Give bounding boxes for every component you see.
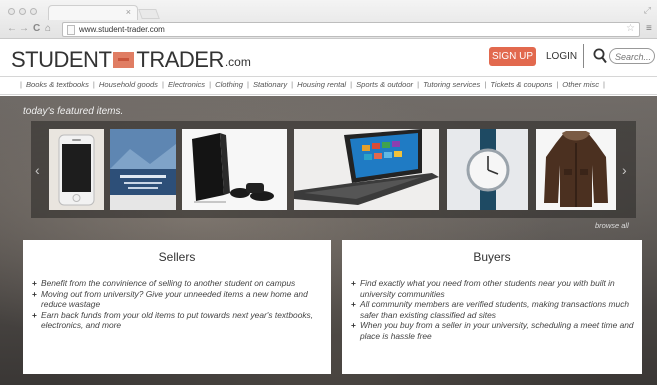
category-separator: |: [20, 80, 22, 89]
category-sports[interactable]: Sports & outdoor: [356, 80, 413, 89]
browse-all-link[interactable]: browse all: [595, 221, 629, 230]
url-text: www.student-trader.com: [79, 25, 165, 34]
header-divider: [583, 44, 584, 68]
featured-item-textbook[interactable]: [110, 129, 176, 210]
buyers-point: Find exactly what you need from other st…: [351, 278, 639, 299]
sellers-point: Moving out from university? Give your un…: [32, 289, 324, 310]
browser-tab[interactable]: ×: [48, 5, 138, 20]
logo-box-icon: [113, 52, 135, 68]
game-console-image: [182, 129, 287, 210]
buyers-list: Find exactly what you need from other st…: [351, 278, 639, 342]
forward-icon[interactable]: →: [19, 22, 29, 36]
wristwatch-image: [447, 129, 528, 210]
category-separator: |: [92, 80, 95, 89]
fullscreen-icon[interactable]: ⤢: [644, 5, 651, 16]
category-separator: |: [484, 80, 487, 89]
category-list: | Books & textbooks | Household goods | …: [16, 80, 609, 89]
login-link[interactable]: LOGIN: [546, 47, 577, 66]
zoom-window-button[interactable]: [30, 8, 37, 15]
bookmark-star-icon[interactable]: ☆: [626, 23, 635, 34]
featured-caption: today's featured items.: [23, 106, 124, 117]
reload-icon[interactable]: C: [33, 22, 40, 36]
nav-row: ← → C ⌂ www.student-trader.com ☆ ≡: [0, 21, 657, 39]
category-separator: |: [350, 80, 353, 89]
category-household[interactable]: Household goods: [99, 80, 158, 89]
laptop-image: [294, 129, 439, 210]
featured-item-iphone[interactable]: [49, 129, 104, 210]
home-icon[interactable]: ⌂: [45, 22, 51, 36]
site-logo[interactable]: STUDENT TRADER .com: [11, 46, 251, 72]
category-separator: |: [246, 80, 249, 89]
buyers-point: All community members are verified stude…: [351, 299, 639, 320]
buyers-point: When you buy from a seller in your unive…: [351, 320, 639, 341]
back-icon[interactable]: ←: [7, 22, 17, 36]
category-separator: |: [161, 80, 164, 89]
carousel-prev-icon[interactable]: ‹: [35, 162, 40, 178]
category-electronics[interactable]: Electronics: [168, 80, 205, 89]
jacket-image: [536, 129, 616, 210]
category-other[interactable]: Other misc: [562, 80, 599, 89]
category-books[interactable]: Books & textbooks: [26, 80, 89, 89]
logo-suffix-text: .com: [224, 55, 251, 69]
category-housing[interactable]: Housing rental: [297, 80, 346, 89]
address-bar[interactable]: www.student-trader.com ☆: [62, 22, 640, 37]
category-tutoring[interactable]: Tutoring services: [423, 80, 480, 89]
sellers-list: Benefit from the convinience of selling …: [32, 278, 324, 331]
browser-menu-icon[interactable]: ≡: [646, 23, 652, 34]
textbook-image: [110, 129, 176, 210]
search-input[interactable]: [609, 48, 655, 64]
signup-button[interactable]: SIGN UP: [489, 47, 536, 66]
buyers-panel: Buyers Find exactly what you need from o…: [342, 240, 642, 374]
sellers-panel: Sellers Benefit from the convinience of …: [23, 240, 331, 374]
featured-item-watch[interactable]: [447, 129, 528, 210]
iphone-image: [58, 134, 95, 206]
search-icon[interactable]: [593, 48, 607, 64]
category-tickets[interactable]: Tickets & coupons: [490, 80, 552, 89]
category-separator: |: [417, 80, 420, 89]
featured-item-jacket[interactable]: [536, 129, 616, 210]
category-stationary[interactable]: Stationary: [253, 80, 287, 89]
window-controls: [8, 8, 37, 15]
sellers-point: Earn back funds from your old items to p…: [32, 310, 324, 331]
category-separator: |: [556, 80, 559, 89]
page-icon: [67, 25, 75, 35]
close-window-button[interactable]: [8, 8, 15, 15]
tab-strip: × ⤢: [0, 0, 657, 20]
category-separator: |: [603, 80, 605, 89]
browser-chrome: × ⤢ ← → C ⌂ www.student-trader.com ☆ ≡: [0, 0, 657, 39]
carousel-next-icon[interactable]: ›: [622, 162, 627, 178]
sellers-title: Sellers: [158, 250, 196, 264]
sellers-point: Benefit from the convinience of selling …: [32, 278, 324, 289]
category-separator: |: [291, 80, 294, 89]
new-tab-button[interactable]: [138, 9, 160, 19]
buyers-title: Buyers: [473, 250, 511, 264]
category-clothing[interactable]: Clothing: [215, 80, 243, 89]
category-separator: |: [209, 80, 212, 89]
tab-close-icon[interactable]: ×: [126, 7, 131, 17]
logo-student-text: STUDENT: [11, 47, 112, 72]
featured-item-laptop[interactable]: [294, 129, 439, 210]
category-nav: | Books & textbooks | Household goods | …: [0, 76, 657, 95]
featured-item-console[interactable]: [182, 129, 287, 210]
minimize-window-button[interactable]: [19, 8, 26, 15]
logo-trader-text: TRADER: [136, 47, 224, 72]
